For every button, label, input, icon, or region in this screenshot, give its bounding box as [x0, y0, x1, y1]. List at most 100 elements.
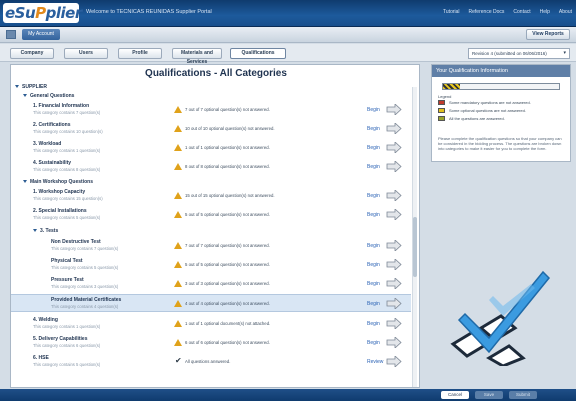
category-status: 7 out of 7 optional question(s) not answ… — [185, 107, 270, 112]
begin-link[interactable]: Begin — [367, 107, 380, 113]
arrow-right-icon[interactable] — [386, 209, 402, 220]
submit-button[interactable]: Submit — [509, 391, 537, 399]
category-count: This category contains 6 question(s) — [33, 343, 101, 348]
category-row: Pressure Test This category contains 3 q… — [11, 275, 411, 293]
tree-root-supplier[interactable]: SUPPLIER — [15, 84, 47, 90]
footer-bar: Cancel Save Submit — [0, 389, 576, 401]
category-name: Physical Test — [51, 258, 83, 264]
review-link[interactable]: Review — [367, 359, 383, 365]
my-account-button[interactable]: My Account — [22, 29, 60, 40]
category-row: 4. Welding This category contains 1 ques… — [11, 315, 411, 333]
arrow-right-icon[interactable] — [386, 104, 402, 115]
top-links: Tutorial Reference Docs Contact Help Abo… — [443, 9, 572, 15]
expand-icon — [15, 85, 19, 89]
view-reports-button[interactable]: View Reports — [526, 29, 570, 40]
category-row: 1. Workshop Capacity This category conta… — [11, 187, 411, 205]
scrollbar-thumb[interactable] — [413, 217, 417, 277]
tab-company[interactable]: Company — [10, 48, 54, 59]
arrow-right-icon[interactable] — [386, 318, 402, 329]
category-name: 2. Certifications — [33, 122, 71, 128]
tab-bar: Company Users Profile Materials and Serv… — [0, 44, 576, 65]
category-name: 3. Workload — [33, 141, 62, 147]
tab-users[interactable]: Users — [64, 48, 108, 59]
arrow-right-icon[interactable] — [386, 356, 402, 367]
tutorial-link[interactable]: Tutorial — [443, 9, 460, 15]
expand-icon — [33, 229, 37, 233]
esupplier-logo: eSuPplier — [3, 3, 82, 23]
begin-link[interactable]: Begin — [367, 145, 380, 151]
category-name: 1. Financial Information — [33, 103, 90, 109]
cancel-button[interactable]: Cancel — [441, 391, 469, 399]
tab-profile[interactable]: Profile — [118, 48, 162, 59]
contact-link[interactable]: Contact — [513, 9, 530, 15]
arrow-right-icon[interactable] — [386, 123, 402, 134]
group-tests[interactable]: 3. Tests — [33, 228, 58, 234]
scrollbar[interactable] — [412, 87, 417, 387]
category-status: 1 out of 1 optional question(s) not answ… — [185, 145, 270, 150]
category-count: This category contains 7 question(s) — [51, 246, 119, 251]
arrow-right-icon[interactable] — [386, 190, 402, 201]
begin-link[interactable]: Begin — [367, 193, 380, 199]
begin-link[interactable]: Begin — [367, 164, 380, 170]
category-name: 5. Delivery Capabilities — [33, 336, 88, 342]
category-name: 6. HSE — [33, 355, 49, 361]
revision-select-value: Revision 4 (submitted on 06/06/2016) — [472, 51, 547, 56]
category-row-selected[interactable]: Provided Material Certificates This cate… — [11, 294, 411, 312]
arrow-right-icon[interactable] — [386, 337, 402, 348]
begin-link[interactable]: Begin — [367, 301, 380, 307]
tab-materials-services[interactable]: Materials and Services — [172, 48, 222, 65]
revision-select[interactable]: Revision 4 (submitted on 06/06/2016) ▾ — [468, 48, 570, 59]
reference-docs-link[interactable]: Reference Docs — [469, 9, 505, 15]
warning-icon — [174, 125, 182, 132]
arrow-right-icon[interactable] — [386, 142, 402, 153]
begin-link[interactable]: Begin — [367, 212, 380, 218]
begin-link[interactable]: Begin — [367, 281, 380, 287]
home-icon[interactable] — [6, 30, 16, 39]
arrow-right-icon[interactable] — [386, 240, 402, 251]
arrow-right-icon[interactable] — [386, 259, 402, 270]
tab-qualifications[interactable]: Qualifications — [230, 48, 286, 59]
legend-item: Some mandatory questions are not answere… — [438, 100, 531, 106]
legend-item: Some optional questions are not answered… — [438, 108, 526, 114]
group-main-workshop-questions[interactable]: Main Workshop Questions — [23, 179, 93, 185]
nav-bar: My Account View Reports — [0, 27, 576, 43]
category-count: This category contains 5 question(s) — [51, 265, 119, 270]
warning-icon — [174, 211, 182, 218]
checkmark-icon: ✔ — [175, 356, 182, 365]
expand-icon — [23, 94, 27, 98]
save-button[interactable]: Save — [475, 391, 503, 399]
begin-link[interactable]: Begin — [367, 340, 380, 346]
category-status: 5 out of 5 optional question(s) not answ… — [185, 212, 270, 217]
arrow-right-icon[interactable] — [386, 161, 402, 172]
progress-fill — [443, 84, 461, 89]
category-status: 1 out of 1 optional document(s) not atta… — [185, 321, 271, 326]
begin-link[interactable]: Begin — [367, 243, 380, 249]
category-row: 1. Financial Information This category c… — [11, 101, 411, 119]
category-name: 1. Workshop Capacity — [33, 189, 86, 195]
begin-link[interactable]: Begin — [367, 321, 380, 327]
help-link[interactable]: Help — [540, 9, 550, 15]
portal-title: Welcome to TECNICAS REUNIDAS Supplier Po… — [86, 9, 212, 15]
checklist-illustration — [450, 270, 551, 366]
category-name: Pressure Test — [51, 277, 84, 283]
category-row: Non Destructive Test This category conta… — [11, 237, 411, 255]
category-row: 3. Workload This category contains 1 que… — [11, 139, 411, 157]
category-name: 4. Sustainability — [33, 160, 72, 166]
warning-icon — [174, 163, 182, 170]
begin-link[interactable]: Begin — [367, 262, 380, 268]
warning-icon — [174, 261, 182, 268]
category-row: 2. Special Installations This category c… — [11, 206, 411, 224]
begin-link[interactable]: Begin — [367, 126, 380, 132]
category-name: Provided Material Certificates — [51, 297, 122, 303]
arrow-right-icon[interactable] — [386, 278, 402, 289]
category-status: 4 out of 4 optional question(s) not answ… — [185, 301, 270, 306]
legend-heading: Legend — [438, 94, 452, 99]
about-link[interactable]: About — [559, 9, 572, 15]
warning-icon — [174, 192, 182, 199]
arrow-right-icon[interactable] — [386, 298, 402, 309]
group-general-questions[interactable]: General Questions — [23, 93, 74, 99]
progress-bar — [442, 83, 560, 90]
category-status: 3 out of 3 optional question(s) not answ… — [185, 281, 270, 286]
category-status: 7 out of 7 optional question(s) not answ… — [185, 243, 270, 248]
expand-icon — [23, 180, 27, 184]
